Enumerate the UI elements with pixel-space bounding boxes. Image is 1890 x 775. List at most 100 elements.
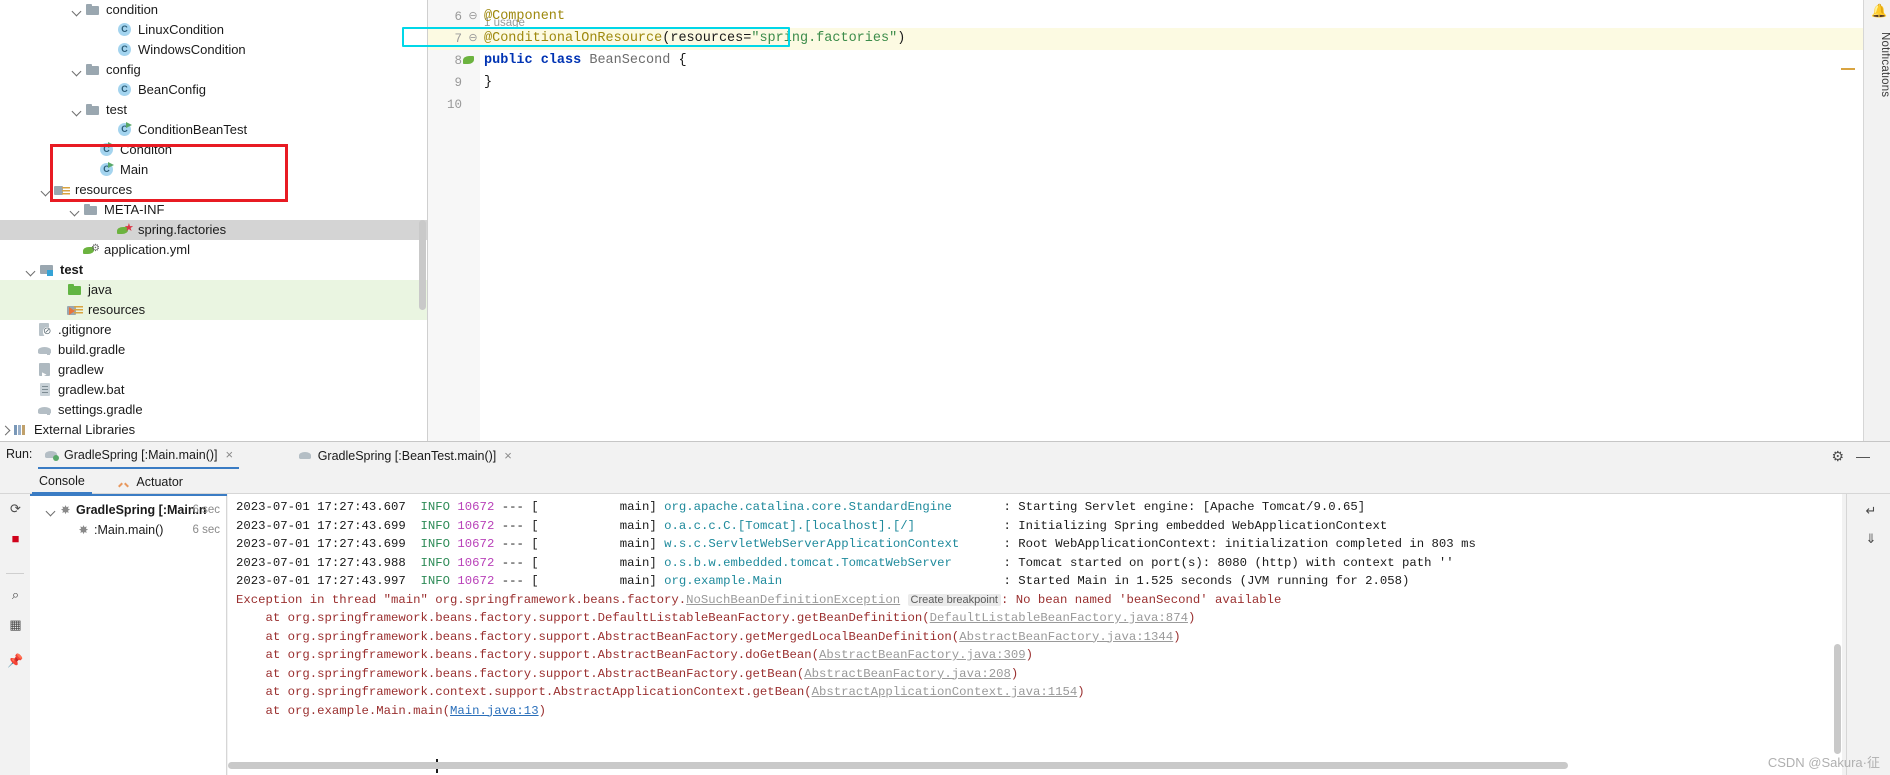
tree-item-linuxcondition[interactable]: LinuxCondition (0, 20, 427, 40)
project-tree-scroll-thumb[interactable] (419, 220, 426, 310)
stacktrace-source-link[interactable]: AbstractBeanFactory.java:208 (804, 667, 1011, 681)
tree-item-build-gradle[interactable]: build.gradle (0, 340, 427, 360)
tree-item-application-yml[interactable]: application.yml (0, 240, 427, 260)
console-horizontal-thumb[interactable] (228, 762, 1568, 769)
code-line-6[interactable]: 6 ⊖ @Component (428, 6, 1863, 28)
tree-item--gitignore[interactable]: .gitignore (0, 320, 427, 340)
chevron-down-icon[interactable] (46, 505, 57, 516)
run-left-toolbar[interactable]: ⟳ ■ ⌕ ▦ 📌 (0, 494, 30, 775)
subtab-actuator[interactable]: Actuator (110, 469, 190, 494)
tree-item-label: Conditon (120, 142, 173, 157)
fold-toggle-icon[interactable]: ⊖ (468, 28, 478, 50)
spring-bean-gutter-icon[interactable] (462, 53, 476, 67)
tree-item-meta-inf[interactable]: META-INF (0, 200, 427, 220)
console-stacktrace-line: at org.springframework.beans.factory.sup… (236, 609, 1196, 628)
code-text: @Component (484, 6, 565, 28)
chevron-down-icon[interactable] (26, 265, 37, 276)
soft-wrap-button[interactable]: ↵ (1862, 502, 1880, 520)
chevron-down-icon[interactable] (72, 65, 83, 76)
notifications-label[interactable]: Notifications (1864, 8, 1890, 97)
log-logger: w.s.c.ServletWebServerApplicationContext (664, 537, 1004, 551)
tree-item-test[interactable]: test (0, 260, 427, 280)
minimize-icon[interactable]: — (1856, 448, 1870, 464)
run-duration: 6 sec (192, 524, 221, 536)
filter-button[interactable]: ⌕ (7, 586, 24, 603)
log-logger: o.s.b.w.embedded.tomcat.TomcatWebServer (664, 555, 1004, 570)
tree-item-resources[interactable]: resources (0, 180, 427, 200)
code-editor[interactable]: 1 usage 6 ⊖ @Component 7 ⊖ @ConditionalOnReso… (402, 0, 1863, 441)
log-timestamp: 2023-07-01 17:27:43.607 (236, 500, 406, 514)
rerun-button[interactable]: ⟳ (7, 500, 24, 517)
tree-item-gradlew-bat[interactable]: gradlew.bat (0, 380, 427, 400)
tree-item-gradlew[interactable]: gradlew (0, 360, 427, 384)
run-tree-row-1[interactable]: ✸ GradleSpring [:Main.n 6 sec (30, 500, 226, 520)
tree-item-condition[interactable]: condition (0, 0, 427, 20)
stacktrace-source-link[interactable]: DefaultListableBeanFactory.java:874 (930, 611, 1188, 625)
stacktrace-source-link[interactable]: AbstractBeanFactory.java:309 (819, 648, 1026, 662)
run-label: Run: (6, 447, 33, 461)
yaml-file-icon (83, 242, 100, 258)
tree-item-conditon[interactable]: Conditon (0, 140, 427, 160)
stacktrace-source-link[interactable]: AbstractBeanFactory.java:1344 (959, 630, 1173, 644)
console-stacktrace-line: at org.springframework.beans.factory.sup… (236, 665, 1019, 684)
code-line-10[interactable]: 10 (428, 94, 1863, 116)
tree-item-config[interactable]: config (0, 60, 427, 80)
tree-item-spring-factories[interactable]: spring.factories (0, 220, 427, 240)
console-vertical-scrollbar[interactable] (1833, 494, 1842, 775)
code-line-7[interactable]: 7 ⊖ @ConditionalOnResource(resources="spri… (428, 28, 1863, 50)
notifications-rail[interactable]: 🔔 Notifications (1863, 0, 1890, 441)
chevron-right-icon[interactable] (0, 425, 11, 436)
log-separator: --- (501, 555, 524, 570)
run-subtabs[interactable]: Console Actuator (0, 469, 1890, 494)
tree-item-external-libraries[interactable]: External Libraries (0, 420, 427, 440)
chevron-down-icon[interactable] (72, 5, 83, 16)
layout-button[interactable]: ▦ (7, 616, 24, 633)
tree-item-main[interactable]: Main (0, 160, 427, 180)
pin-button[interactable]: 📌 (7, 652, 24, 669)
chevron-down-icon[interactable] (72, 105, 83, 116)
stacktrace-frame: at org.springframework.beans.factory.sup… (236, 666, 805, 681)
class-keyword: class (540, 53, 582, 68)
fold-toggle-icon[interactable]: ⊖ (468, 6, 478, 28)
console-output[interactable]: 2023-07-01 17:27:43.607 INFO 10672 --- [… (228, 494, 1842, 775)
tree-item-test[interactable]: test (0, 100, 427, 120)
console-horizontal-scrollbar[interactable] (228, 762, 1798, 769)
tree-item-windowscondition[interactable]: WindowsCondition (0, 40, 427, 60)
run-right-toolbar[interactable]: ↵ ⇓ (1846, 494, 1890, 775)
close-icon[interactable]: × (226, 447, 234, 462)
run-tab-2[interactable]: GradleSpring [:BeanTest.main()] × (292, 442, 518, 469)
chevron-down-icon[interactable] (41, 185, 52, 196)
run-tree-row-2[interactable]: ✸:Main.main() 6 sec (30, 520, 226, 540)
console-vertical-thumb[interactable] (1834, 644, 1841, 754)
tree-item-resources[interactable]: resources (0, 300, 427, 320)
tree-item-label: Main (120, 162, 149, 177)
stacktrace-source-link[interactable]: Main.java:13 (450, 704, 539, 718)
project-tree-scrollbar[interactable] (417, 0, 427, 441)
gear-icon[interactable]: ⚙ (1831, 448, 1844, 465)
tree-item-settings-gradle[interactable]: settings.gradle (0, 400, 427, 420)
project-tool-window[interactable]: condition LinuxCondition WindowsCondition c… (0, 0, 427, 441)
create-breakpoint-badge[interactable]: Create breakpoint (907, 593, 1001, 606)
log-separator: --- (501, 518, 524, 533)
project-tree[interactable]: condition LinuxCondition WindowsCondition c… (0, 0, 427, 440)
scroll-to-end-button[interactable]: ⇓ (1862, 530, 1880, 548)
code-line-8[interactable]: 8 public class BeanSecond { (428, 50, 1863, 72)
chevron-down-icon[interactable] (70, 205, 81, 216)
folder-icon (83, 202, 99, 218)
exception-class-link[interactable]: NoSuchBeanDefinitionException (686, 593, 900, 607)
code-line-9[interactable]: 9} (428, 72, 1863, 94)
subtab-console[interactable]: Console (32, 469, 92, 494)
run-tree-rows[interactable]: ✸ GradleSpring [:Main.n 6 sec ✸:Main.main()… (30, 494, 226, 540)
tree-item-beanconfig[interactable]: BeanConfig (0, 80, 427, 100)
run-tab-1[interactable]: GradleSpring [:Main.main()] × (38, 442, 240, 469)
run-test-tree[interactable]: ✸ GradleSpring [:Main.n 6 sec ✸:Main.main()… (30, 494, 227, 775)
exception-message: : No bean named 'beanSecond' available (1001, 592, 1282, 607)
stacktrace-source-link[interactable]: AbstractApplicationContext.java:1154 (812, 685, 1078, 699)
close-icon[interactable]: × (504, 448, 512, 463)
run-tool-window[interactable]: Run: GradleSpring [:Main.main()] × GradleS… (0, 441, 1890, 775)
stop-button[interactable]: ■ (7, 530, 24, 547)
resources-folder-icon (54, 182, 70, 198)
tree-item-conditionbeantest[interactable]: ConditionBeanTest (0, 120, 427, 140)
tree-item-java[interactable]: java (0, 280, 427, 300)
